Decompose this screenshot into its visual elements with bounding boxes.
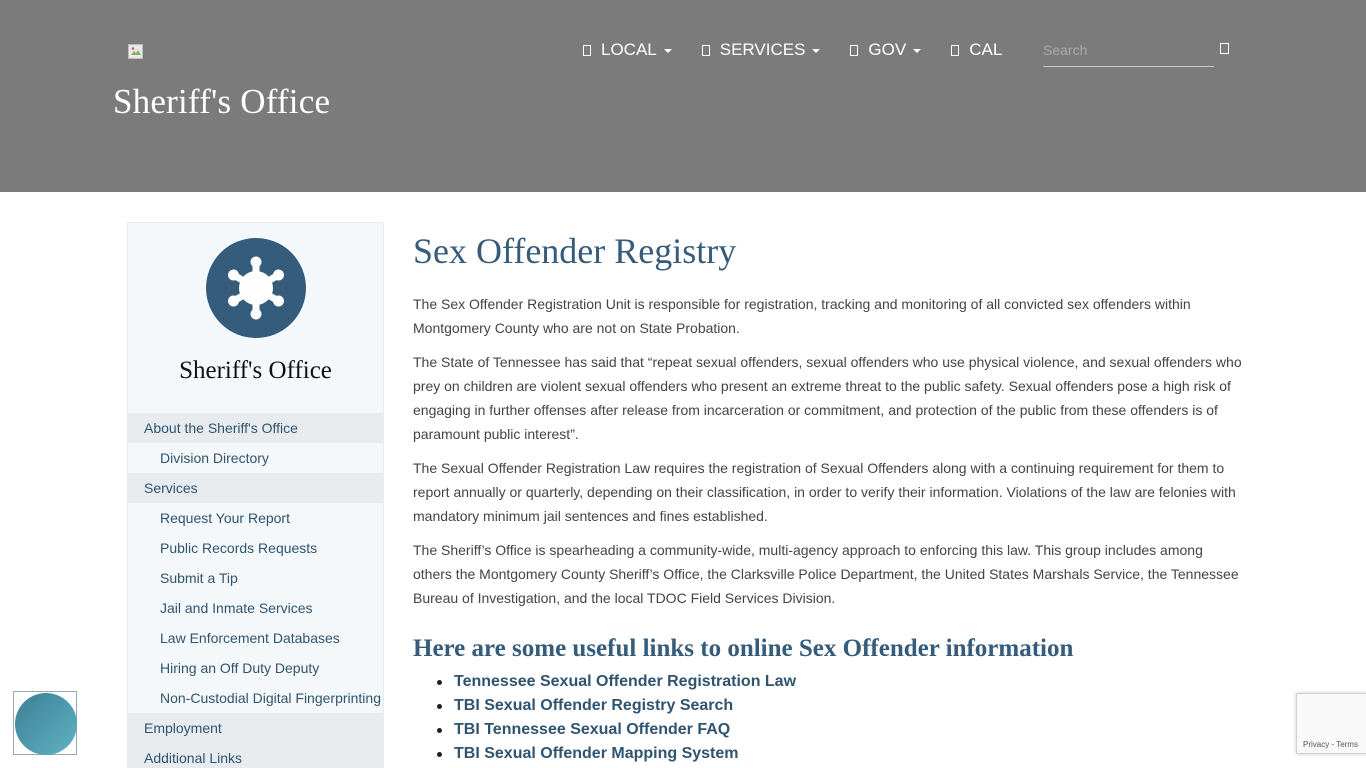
sidebar-title: Sheriff's Office — [179, 357, 332, 384]
page-title: Sex Offender Registry — [413, 231, 737, 271]
paragraph: The State of Tennessee has said that “re… — [413, 354, 1242, 442]
links-list: Tennessee Sexual Offender Registration L… — [413, 670, 1243, 766]
sidebar-item-request-report[interactable]: Request Your Report — [128, 503, 383, 533]
nav-local-label: LOCAL — [601, 40, 657, 59]
sidebar-item-public-records[interactable]: Public Records Requests — [128, 533, 383, 563]
sidebar-item-jail-inmate[interactable]: Jail and Inmate Services — [128, 593, 383, 623]
link-registration-law[interactable]: Tennessee Sexual Offender Registration L… — [454, 673, 796, 690]
main-nav: LOCAL SERVICES GOV CAL — [583, 38, 1032, 62]
accessibility-icon — [15, 693, 77, 755]
main-content: Sex Offender Registry The Sex Offender R… — [413, 228, 1243, 766]
paragraph: The Sex Offender Registration Unit is re… — [413, 296, 1191, 336]
sheriff-star-icon — [228, 256, 284, 320]
caret-down-icon — [812, 49, 821, 53]
sidebar-item-about[interactable]: About the Sheriff's Office — [128, 413, 383, 443]
glyph-placeholder-icon — [850, 44, 859, 56]
glyph-placeholder-icon — [583, 44, 591, 56]
nav-gov-label: GOV — [868, 40, 907, 59]
recaptcha-links[interactable]: Privacy - Terms — [1303, 740, 1358, 749]
paragraph: The Sheriff’s Office is spearheading a c… — [413, 542, 1239, 606]
nav-services-label: SERVICES — [719, 40, 806, 59]
sidebar-item-fingerprinting[interactable]: Non-Custodial Digital Fingerprinting — [128, 683, 383, 713]
list-item: TBI Tennessee Sexual Offender FAQ — [435, 718, 1243, 742]
caret-down-icon — [913, 49, 922, 53]
sidebar-item-submit-tip[interactable]: Submit a Tip — [128, 563, 383, 593]
nav-cal[interactable]: CAL — [951, 40, 1002, 60]
nav-local[interactable]: LOCAL — [583, 40, 672, 60]
sidebar-item-additional-links[interactable]: Additional Links — [128, 743, 383, 768]
sidebar-item-law-databases[interactable]: Law Enforcement Databases — [128, 623, 383, 653]
site-title[interactable]: Sheriff's Office — [113, 82, 330, 122]
broken-image-icon[interactable] — [128, 44, 144, 60]
sidebar-item-employment[interactable]: Employment — [128, 713, 383, 743]
list-item: TBI Sexual Offender Registry Search — [435, 694, 1243, 718]
glyph-placeholder-icon — [951, 44, 960, 56]
glyph-placeholder-icon — [701, 44, 710, 56]
nav-gov[interactable]: GOV — [850, 40, 922, 60]
list-item: Tennessee Sexual Offender Registration L… — [435, 670, 1243, 694]
link-offender-faq[interactable]: TBI Tennessee Sexual Offender FAQ — [454, 721, 730, 738]
caret-down-icon — [663, 49, 672, 53]
sidebar-item-division-directory[interactable]: Division Directory — [128, 443, 383, 473]
sidebar-item-services[interactable]: Services — [128, 473, 383, 503]
search-icon[interactable] — [1220, 43, 1229, 54]
accessibility-button[interactable] — [13, 691, 77, 755]
recaptcha-badge: Privacy - Terms — [1296, 693, 1366, 754]
links-heading: Here are some useful links to online Sex… — [413, 635, 1074, 662]
nav-cal-label: CAL — [969, 40, 1003, 59]
sidebar-item-off-duty-deputy[interactable]: Hiring an Off Duty Deputy — [128, 653, 383, 683]
site-header: Sheriff's Office LOCAL SERVICES GOV CAL — [0, 0, 1366, 192]
sidebar: Sheriff's Office About the Sheriff's Off… — [127, 222, 384, 768]
nav-services[interactable]: SERVICES — [701, 40, 821, 60]
search-box — [1043, 38, 1214, 67]
link-mapping-system[interactable]: TBI Sexual Offender Mapping System — [454, 745, 739, 762]
search-input[interactable] — [1043, 38, 1214, 62]
sidebar-nav: About the Sheriff's Office Division Dire… — [128, 413, 383, 768]
paragraph: The Sexual Offender Registration Law req… — [413, 460, 1236, 524]
link-registry-search[interactable]: TBI Sexual Offender Registry Search — [454, 697, 733, 714]
list-item: TBI Sexual Offender Mapping System — [435, 742, 1243, 766]
sheriff-badge — [206, 238, 306, 338]
